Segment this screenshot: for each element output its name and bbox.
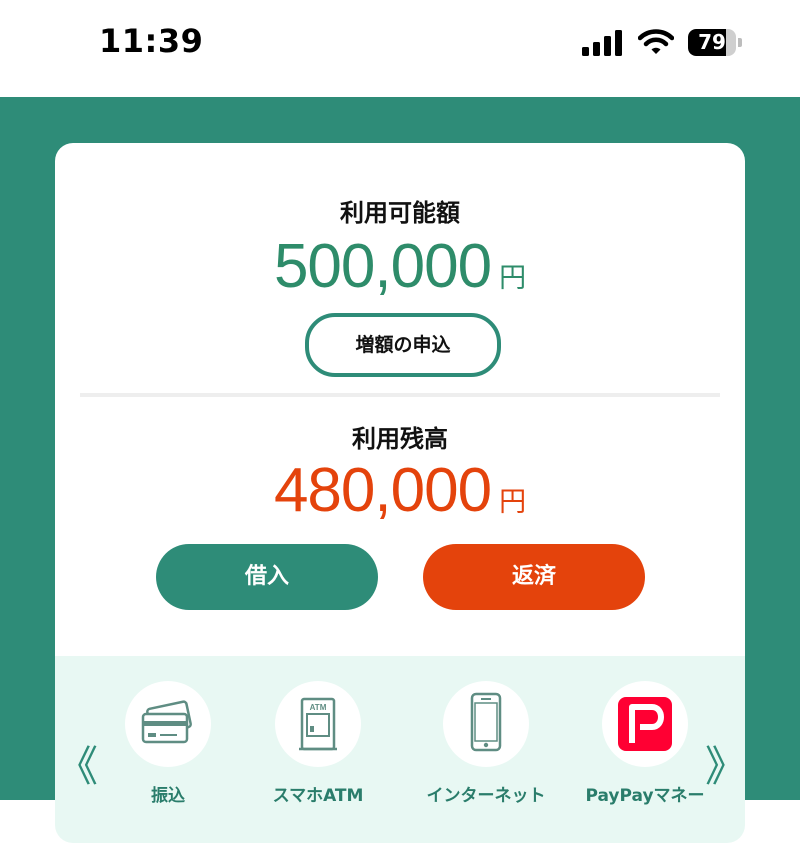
balance-amount: 480,000 bbox=[273, 456, 492, 525]
battery-percent: 79 bbox=[698, 30, 726, 54]
shortcut-carousel: 振込 ATM スマホATM インターネット PayPayマネー bbox=[55, 656, 745, 843]
borrow-button[interactable]: 借入 bbox=[156, 544, 378, 610]
credit-card-panel: 利用可能額 500,000 円 増額の申込 利用残高 480,000 円 借入 返済… bbox=[55, 143, 745, 843]
available-label: 利用可能額 bbox=[340, 199, 460, 227]
status-bar: 11:39 79 bbox=[0, 0, 800, 97]
repay-button[interactable]: 返済 bbox=[423, 544, 645, 610]
balance-unit: 円 bbox=[499, 487, 527, 518]
battery-icon: 79 bbox=[688, 29, 744, 56]
smartphone-icon bbox=[443, 681, 529, 767]
atm-icon: ATM bbox=[275, 681, 361, 767]
increase-limit-button[interactable]: 増額の申込 bbox=[305, 313, 501, 377]
shortcut-label: 振込 bbox=[151, 786, 185, 806]
available-amount: 500,000 bbox=[273, 232, 492, 301]
shortcut-label: スマホATM bbox=[272, 786, 364, 806]
carousel-prev-button[interactable]: 《 bbox=[56, 733, 98, 794]
available-unit: 円 bbox=[499, 263, 527, 294]
card-transfer-icon bbox=[125, 681, 211, 767]
carousel-next-button[interactable]: 》 bbox=[705, 733, 747, 794]
svg-text:ATM: ATM bbox=[310, 703, 327, 712]
available-amount-row: 500,000 円 bbox=[55, 231, 745, 302]
status-time: 11:39 bbox=[99, 22, 204, 60]
shortcut-label: PayPayマネー bbox=[585, 786, 705, 806]
divider bbox=[80, 393, 720, 397]
paypay-icon bbox=[602, 681, 688, 767]
wifi-icon bbox=[638, 29, 674, 54]
balance-amount-row: 480,000 円 bbox=[55, 455, 745, 526]
cellular-signal-icon bbox=[582, 30, 622, 56]
shortcut-label: インターネット bbox=[426, 786, 546, 806]
balance-label: 利用残高 bbox=[352, 425, 448, 453]
